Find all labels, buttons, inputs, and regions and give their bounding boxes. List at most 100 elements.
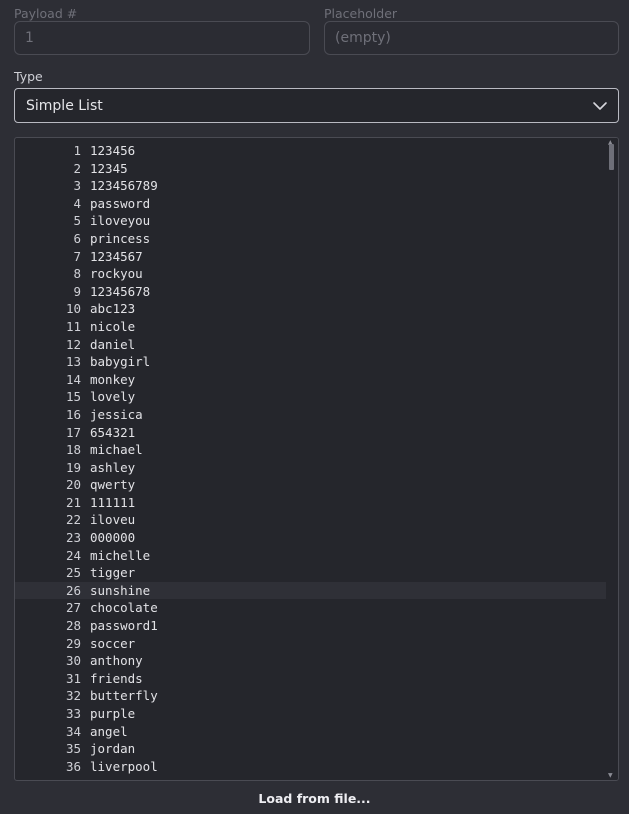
- line-number: 7: [73, 248, 81, 264]
- editor-line[interactable]: 17 654321: [15, 424, 606, 442]
- placeholder-field[interactable]: (empty): [324, 21, 619, 55]
- editor-line[interactable]: 5 iloveyou: [15, 212, 606, 230]
- line-number: 5: [73, 213, 81, 229]
- line-number: 4: [73, 195, 81, 211]
- payload-number-label: Payload #: [14, 6, 78, 21]
- line-number: 24: [65, 547, 81, 563]
- line-number: 1: [73, 143, 81, 158]
- line-text: babygirl: [90, 354, 151, 370]
- editor-scrollbar[interactable]: ▲ ▼: [606, 138, 618, 780]
- line-number: 12: [65, 336, 81, 352]
- line-text: jordan: [90, 741, 136, 757]
- editor-line[interactable]: 20 qwerty: [15, 476, 606, 494]
- line-text: abc123: [90, 301, 136, 317]
- line-text: 1234567: [90, 248, 143, 264]
- line-number: 2: [73, 160, 81, 176]
- payload-list-editor[interactable]: 1 123456 2 12345 3 123456789 4 password 5 iloveyo…: [14, 137, 619, 781]
- scroll-down-icon[interactable]: ▼: [608, 772, 613, 779]
- line-number: 8: [73, 266, 81, 282]
- line-text: lovely: [90, 389, 136, 405]
- editor-line[interactable]: 11 nicole: [15, 318, 606, 336]
- editor-line[interactable]: 21 111111: [15, 494, 606, 512]
- editor-line[interactable]: 4 password: [15, 195, 606, 213]
- editor-line[interactable]: 23 000000: [15, 529, 606, 547]
- editor-line[interactable]: 2 12345: [15, 160, 606, 178]
- line-text: princess: [90, 230, 151, 246]
- payload-number-field[interactable]: 1: [14, 21, 310, 55]
- line-text: 12345678: [90, 283, 151, 299]
- placeholder-value: (empty): [335, 30, 391, 46]
- line-text: 654321: [90, 424, 136, 440]
- editor-line[interactable]: 22 iloveu: [15, 511, 606, 529]
- line-text: butterfly: [90, 688, 158, 704]
- line-text: michael: [90, 442, 143, 458]
- editor-line[interactable]: 32 butterfly: [15, 687, 606, 705]
- line-text: nicole: [90, 318, 136, 334]
- line-number: 18: [65, 442, 81, 458]
- line-number: 31: [65, 670, 81, 686]
- editor-line[interactable]: 16 jessica: [15, 406, 606, 424]
- editor-line[interactable]: 34 angel: [15, 723, 606, 741]
- line-text: 111111: [90, 494, 136, 510]
- line-text: rockyou: [90, 266, 143, 282]
- line-number: 10: [65, 301, 81, 317]
- line-number: 33: [65, 706, 81, 721]
- editor-line[interactable]: 18 michael: [15, 441, 606, 459]
- editor-line[interactable]: 3 123456789: [15, 177, 606, 195]
- editor-line[interactable]: 27 chocolate: [15, 599, 606, 617]
- line-text: friends: [90, 670, 143, 686]
- editor-line[interactable]: 26 sunshine: [15, 581, 606, 600]
- editor-line[interactable]: 24 michelle: [15, 547, 606, 565]
- line-number: 36: [65, 758, 81, 774]
- type-selected-value: Simple List: [26, 97, 103, 114]
- line-number: 34: [65, 723, 81, 739]
- line-text: liverpool: [90, 758, 158, 774]
- editor-line[interactable]: 31 friends: [15, 670, 606, 688]
- line-number: 28: [65, 618, 81, 634]
- editor-line[interactable]: 12 daniel: [15, 336, 606, 354]
- line-number: 29: [65, 635, 81, 651]
- editor-line[interactable]: 6 princess: [15, 230, 606, 248]
- line-text: iloveu: [90, 512, 136, 528]
- editor-line[interactable]: 25 tigger: [15, 564, 606, 582]
- editor-line[interactable]: 13 babygirl: [15, 353, 606, 371]
- editor-line[interactable]: 30 anthony: [15, 652, 606, 670]
- line-text: soccer: [90, 635, 136, 651]
- line-text: angel: [90, 723, 128, 739]
- line-number: 25: [65, 565, 81, 581]
- editor-line[interactable]: 28 password1: [15, 617, 606, 635]
- line-text: iloveyou: [90, 213, 151, 229]
- line-number: 17: [65, 424, 81, 440]
- editor-line[interactable]: 15 lovely: [15, 388, 606, 406]
- editor-line[interactable]: 36 liverpool: [15, 758, 606, 776]
- line-number: 27: [65, 600, 81, 616]
- load-from-file-button[interactable]: Load from file...: [0, 789, 629, 809]
- editor-line[interactable]: 9 12345678: [15, 283, 606, 301]
- payload-settings-panel: Payload # 1 Placeholder (empty) Type Sim…: [0, 0, 629, 814]
- line-text: 12345: [90, 160, 128, 176]
- line-number: 6: [73, 230, 81, 246]
- line-number: 16: [65, 406, 81, 422]
- line-number: 3: [73, 178, 81, 194]
- editor-line[interactable]: 7 1234567: [15, 248, 606, 266]
- line-text: 123456: [90, 143, 136, 158]
- type-select[interactable]: Simple List: [14, 88, 619, 123]
- line-text: qwerty: [90, 477, 136, 493]
- line-number: 15: [65, 389, 81, 405]
- placeholder-label: Placeholder: [324, 6, 398, 21]
- line-text: tigger: [90, 565, 136, 581]
- editor-line[interactable]: 8 rockyou: [15, 265, 606, 283]
- line-text: ashley: [90, 459, 136, 475]
- line-text: purple: [90, 706, 136, 721]
- editor-line[interactable]: 35 jordan: [15, 740, 606, 758]
- line-number: 21: [65, 494, 81, 510]
- editor-line[interactable]: 14 monkey: [15, 371, 606, 389]
- editor-line[interactable]: 1 123456: [15, 142, 606, 160]
- editor-line[interactable]: 19 ashley: [15, 459, 606, 477]
- scroll-thumb[interactable]: [609, 144, 614, 170]
- editor-line[interactable]: 29 soccer: [15, 635, 606, 653]
- editor-line[interactable]: 10 abc123: [15, 300, 606, 318]
- editor-line[interactable]: 33 purple: [15, 705, 606, 723]
- editor-lines: 1 123456 2 12345 3 123456789 4 password 5 iloveyo…: [15, 142, 606, 775]
- line-number: 23: [65, 530, 81, 546]
